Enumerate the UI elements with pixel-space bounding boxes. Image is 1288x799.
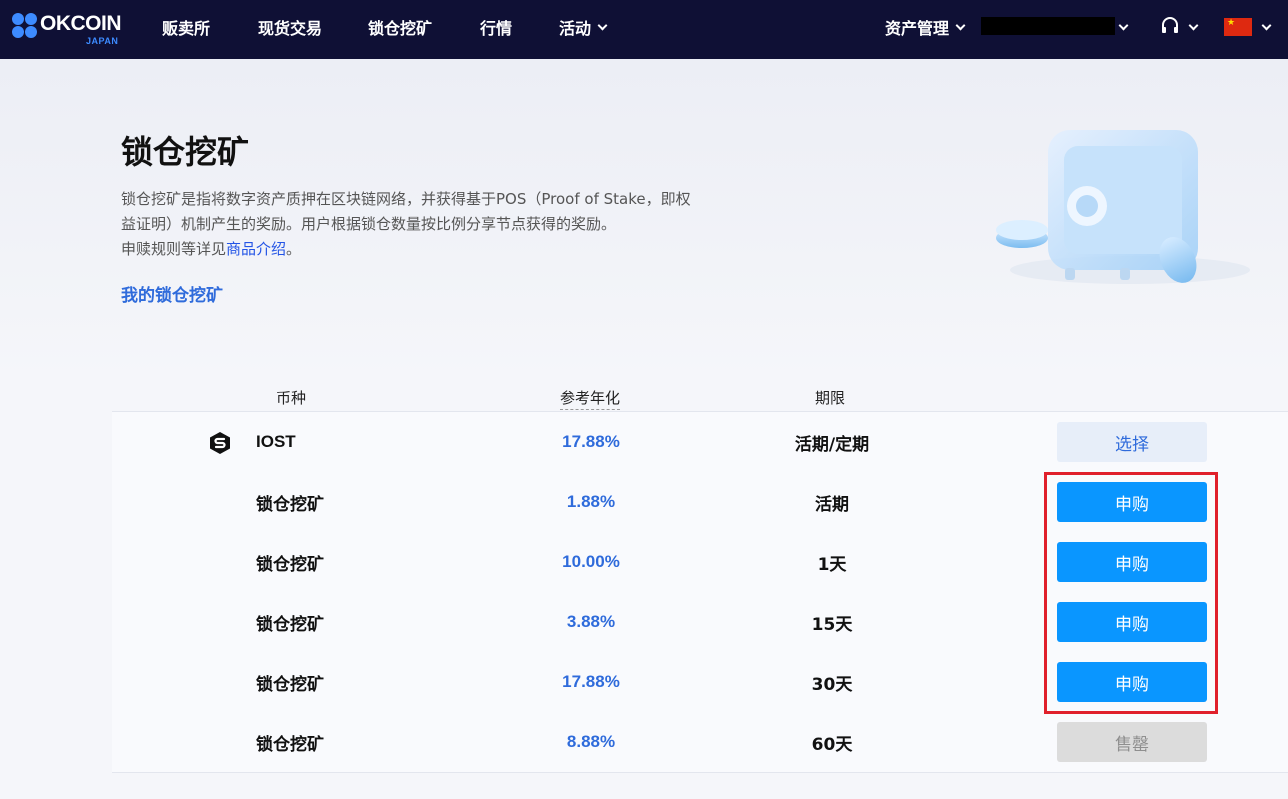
page-description: 锁仓挖矿是指将数字资产质押在区块链网络，并获得基于POS（Proof of St… (121, 187, 741, 262)
chevron-down-icon (1118, 20, 1129, 30)
select-button[interactable]: 选择 (1057, 422, 1207, 462)
logo-subtext: JAPAN (86, 36, 119, 46)
headset-icon[interactable] (1160, 17, 1180, 35)
table-row: 锁仓挖矿 8.88% 60天 售罄 (112, 712, 1288, 772)
product-name: 锁仓挖矿 (256, 554, 324, 575)
apy-value: 17.88% (562, 672, 620, 691)
term-value: 15天 (811, 614, 853, 635)
description-line: 申赎规则等详见商品介绍。 (121, 237, 741, 262)
chevron-down-icon (955, 20, 966, 30)
product-name: 锁仓挖矿 (256, 614, 324, 635)
support-dropdown[interactable] (1186, 16, 1199, 38)
nav-item-market[interactable]: 行情 (480, 16, 512, 38)
highlight-box (1044, 472, 1218, 714)
product-name: 锁仓挖矿 (256, 494, 324, 515)
nav-label: 资产管理 (885, 19, 950, 38)
account-name-redacted[interactable] (981, 17, 1115, 35)
okcoin-logo[interactable]: OKCOIN JAPAN (12, 10, 124, 48)
apy-value: 8.88% (566, 732, 616, 751)
nav-label: 贩卖所 (162, 19, 211, 38)
nav-label: 行情 (480, 19, 513, 38)
description-text: 。 (286, 240, 302, 258)
logo-text: OKCOIN (40, 12, 122, 35)
term-value: 60天 (811, 734, 853, 755)
apy-value: 1.88% (566, 492, 616, 511)
nav-label: 锁仓挖矿 (368, 19, 433, 38)
table-header: 币种 参考年化 期限 (0, 383, 1288, 411)
term-value: 活期/定期 (794, 434, 870, 455)
iost-coin-icon (210, 432, 230, 454)
nav-item-staking[interactable]: 锁仓挖矿 (368, 16, 432, 38)
term-value: 活期 (815, 494, 849, 515)
product-name: 锁仓挖矿 (256, 734, 324, 755)
logo-mark-icon (12, 13, 42, 43)
chevron-down-icon (1188, 20, 1199, 30)
apy-value: 3.88% (566, 612, 616, 631)
nav-item-spot[interactable]: 现货交易 (258, 16, 322, 38)
product-intro-link[interactable]: 商品介绍 (226, 240, 286, 258)
column-header-coin: 币种 (276, 389, 307, 407)
top-navbar: OKCOIN JAPAN 贩卖所 现货交易 锁仓挖矿 行情 活动 资产管理 ★ (0, 0, 1288, 59)
coin-row: IOST 17.88% 活期/定期 选择 (112, 412, 1288, 472)
description-line: 锁仓挖矿是指将数字资产质押在区块链网络，并获得基于POS（Proof of St… (121, 190, 691, 208)
product-name: 锁仓挖矿 (256, 674, 324, 695)
account-dropdown[interactable] (1116, 16, 1129, 38)
coin-name: IOST (256, 432, 296, 451)
language-dropdown[interactable] (1259, 16, 1272, 38)
column-header-term: 期限 (815, 389, 846, 407)
description-line: 益证明）机制产生的奖励。用户根据锁仓数量按比例分享节点获得的奖励。 (121, 215, 617, 233)
nav-item-sales[interactable]: 贩卖所 (162, 16, 210, 38)
nav-label: 现货交易 (258, 19, 323, 38)
column-header-rate[interactable]: 参考年化 (560, 387, 621, 410)
description-text: 申赎规则等详见 (121, 240, 227, 258)
term-value: 30天 (811, 674, 853, 695)
chevron-down-icon (1261, 20, 1272, 30)
nav-item-asset-management[interactable]: 资产管理 (885, 16, 966, 38)
sold-out-button: 售罄 (1057, 722, 1207, 762)
my-staking-link[interactable]: 我的锁仓挖矿 (121, 281, 223, 306)
chevron-down-icon (597, 20, 608, 30)
china-flag-icon[interactable]: ★ (1224, 18, 1252, 36)
page-title: 锁仓挖矿 (121, 133, 250, 171)
apy-value: 10.00% (562, 552, 620, 571)
safe-illustration-icon (996, 130, 1250, 284)
nav-label: 活动 (559, 19, 592, 38)
nav-item-activities[interactable]: 活动 (559, 16, 608, 38)
term-value: 1天 (817, 554, 847, 575)
apy-value: 17.88% (562, 432, 620, 451)
